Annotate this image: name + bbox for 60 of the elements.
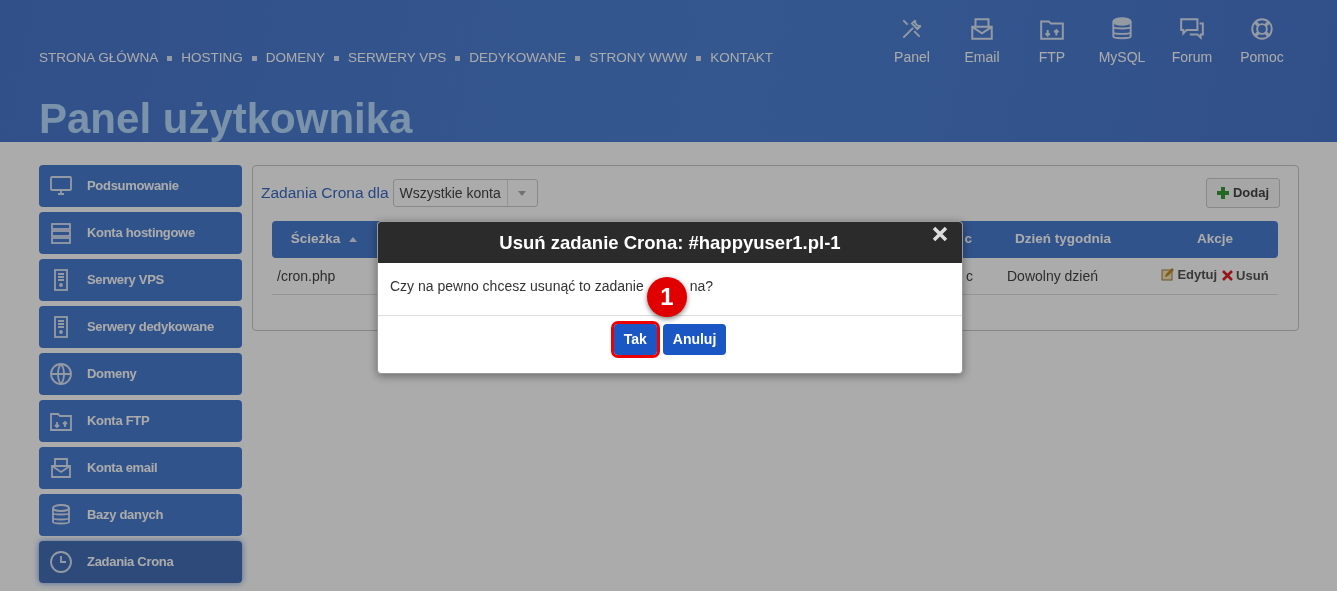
panel-title: Zadania Crona dla (261, 183, 389, 204)
database-icon (1109, 16, 1135, 42)
sidebar-item[interactable]: Konta hostingowe (39, 212, 242, 254)
dialog-title: Usuń zadanie Crona: #happyuser1.pl-1 (499, 230, 841, 255)
database-icon (49, 503, 73, 527)
sidebar-item[interactable]: Konta email (39, 447, 242, 489)
plus-icon (1216, 187, 1229, 199)
clock-icon (49, 550, 73, 574)
envelope-icon (969, 16, 995, 42)
pencil-icon (1161, 268, 1175, 282)
nav-separator-icon (167, 55, 173, 61)
table-cell: /cron.php (277, 267, 336, 284)
cross-icon (1222, 270, 1234, 282)
chat-icon (1179, 16, 1205, 42)
sidebar-item[interactable]: Serwery VPS (39, 259, 242, 301)
caret-icon (518, 190, 527, 196)
sidebar-item[interactable]: Bazy danych (39, 494, 242, 536)
nav-link[interactable]: STRONY WWW (589, 48, 688, 69)
page-title: Panel użytkownika (39, 98, 414, 141)
edit-link[interactable]: Edytuj (1161, 264, 1218, 285)
shortcut-link[interactable]: Pomoc (1227, 16, 1297, 68)
lifebuoy-icon (1249, 16, 1275, 42)
column-header: Akcje (1152, 221, 1278, 258)
nav-link[interactable]: SERWERY VPS (348, 48, 447, 69)
nav-separator-icon (575, 55, 581, 61)
envelope-icon (49, 456, 73, 480)
add-button[interactable]: Dodaj (1205, 178, 1280, 208)
shortcut-link[interactable]: Panel (877, 16, 947, 68)
monitor-icon (49, 174, 73, 198)
cancel-button[interactable]: Anuluj (662, 324, 727, 355)
shortcut-link[interactable]: Forum (1157, 16, 1227, 68)
nav-separator-icon (455, 55, 461, 61)
delete-link[interactable]: Usuń (1222, 265, 1269, 286)
dialog-message: na? (689, 278, 714, 294)
close-icon[interactable] (932, 226, 948, 242)
nav-link[interactable]: DOMENY (265, 48, 326, 69)
sidebar-item[interactable]: Zadania Crona (39, 541, 242, 583)
shortcut-link[interactable]: MySQL (1087, 16, 1157, 68)
nav-separator-icon (696, 55, 702, 61)
nav-separator-icon (251, 55, 257, 61)
table-cell: Dowolny dzień (1007, 267, 1099, 284)
shortcut-link[interactable]: FTP (1017, 16, 1087, 68)
table-cell: c (966, 267, 973, 284)
nav-link[interactable]: DEDYKOWANE (469, 48, 567, 69)
nav-link[interactable]: HOSTING (181, 48, 243, 69)
nav-link[interactable]: KONTAKT (710, 48, 774, 69)
server-icon (49, 221, 73, 245)
column-header: Ścieżka (272, 221, 376, 258)
sidebar-item[interactable]: Podsumowanie (39, 165, 242, 207)
sidebar-item[interactable]: Domeny (39, 353, 242, 395)
column-header: Dzień tygodnia (974, 221, 1152, 258)
shortcut-link[interactable]: Email (947, 16, 1017, 68)
nav-link[interactable]: STRONA GŁÓWNA (39, 48, 159, 69)
sidebar-item[interactable]: Konta FTP (39, 400, 242, 442)
globe-icon (49, 362, 73, 386)
confirm-button[interactable]: Tak (613, 324, 657, 355)
nav-separator-icon (334, 55, 340, 61)
dialog-message: Czy na pewno chcesz usunąć to zadanie (390, 278, 644, 294)
sidebar-item[interactable]: Serwery dedykowane (39, 306, 242, 348)
account-select[interactable]: Wszystkie konta (392, 179, 538, 207)
